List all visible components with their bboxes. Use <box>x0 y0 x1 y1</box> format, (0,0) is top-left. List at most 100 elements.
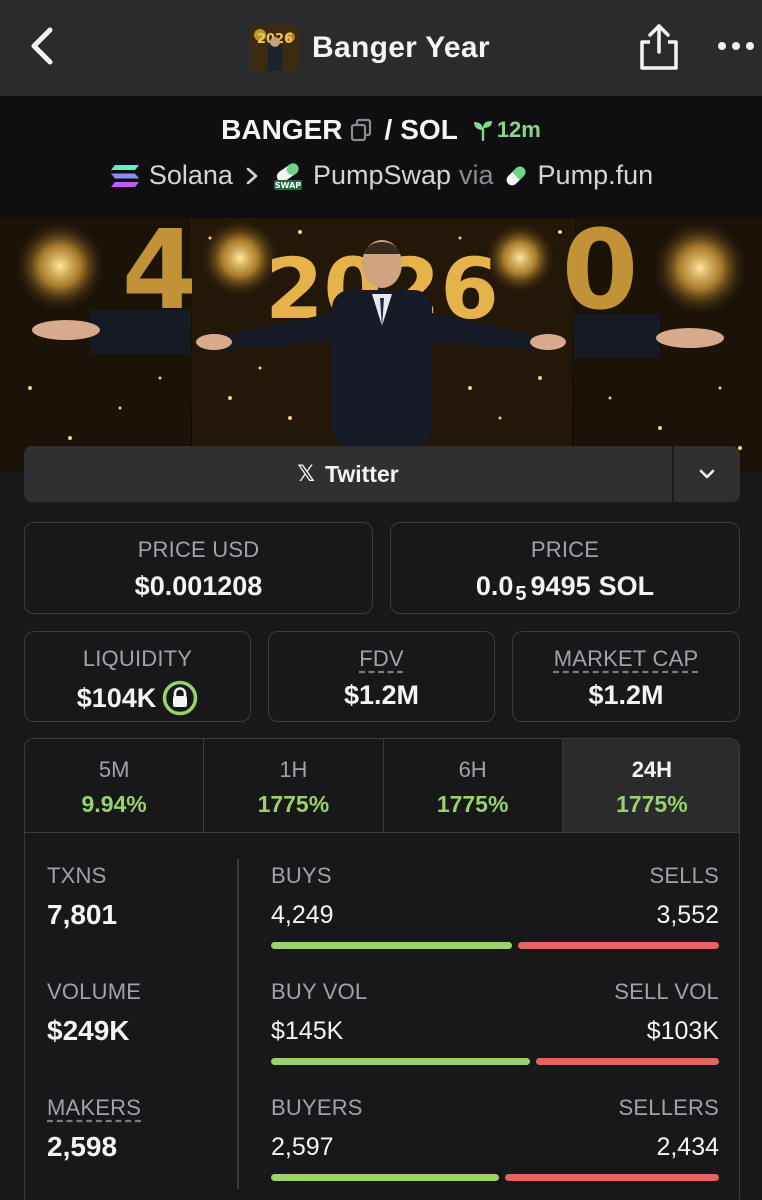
buyers-value: 2,597 <box>271 1133 334 1161</box>
pumpswap-badge-text: SWAP <box>275 181 301 190</box>
buys-label: BUYS <box>271 863 332 888</box>
pumpswap-logo-icon: SWAP <box>273 162 302 190</box>
via-label: via <box>459 160 494 190</box>
market-cap-label-text: MARKET CAP <box>553 646 699 671</box>
share-icon[interactable] <box>636 22 682 72</box>
back-chevron-icon[interactable] <box>22 24 62 68</box>
tab-5m[interactable]: 5M 9.94% <box>25 739 205 832</box>
split-column: BUYS SELLS 4,249 3,552 BUY VOL SELL VOL … <box>271 863 719 1200</box>
tab-5m-label: 5M <box>98 757 130 782</box>
buy-sell-volume-split: BUY VOL SELL VOL $145K $103K <box>271 979 719 1095</box>
liquidity-label: LIQUIDITY <box>82 646 193 671</box>
buyers-sellers-bar <box>271 1174 719 1181</box>
sells-bar-fill <box>517 942 719 949</box>
tab-5m-change: 9.94% <box>81 791 147 817</box>
sellers-label: SELLERS <box>618 1095 719 1120</box>
tab-6h-label: 6H <box>458 757 487 782</box>
sell-vol-label: SELL VOL <box>614 979 719 1004</box>
volume-value: $249K <box>47 1015 130 1046</box>
quote-token-symbol: SOL <box>400 114 458 145</box>
x-logo-icon: 𝕏 <box>297 461 316 486</box>
sells-value: 3,552 <box>656 901 719 929</box>
txns-metric: TXNS 7,801 <box>47 863 237 979</box>
tab-24h-label: 24H <box>631 757 673 782</box>
sell-vol-bar-fill <box>535 1058 719 1065</box>
pair-separator: / <box>384 114 393 145</box>
makers-metric: MAKERS 2,598 <box>47 1095 237 1200</box>
price-native-zero-count: 5 <box>515 583 527 605</box>
buyers-label: BUYERS <box>271 1095 363 1120</box>
buy-vol-value: $145K <box>271 1017 344 1045</box>
pill-icon <box>506 166 525 185</box>
price-native-prefix: 0.0 <box>475 571 514 601</box>
makers-label-text: MAKERS <box>47 1095 142 1120</box>
dex-name[interactable]: PumpSwap <box>313 160 451 191</box>
token-avatar: 2026 <box>250 25 300 71</box>
twitter-link-label: Twitter <box>325 460 399 487</box>
chevron-down-icon <box>699 469 715 479</box>
tab-6h[interactable]: 6H 1775% <box>384 739 563 832</box>
lock-icon[interactable] <box>162 680 198 716</box>
buys-bar-fill <box>271 942 512 949</box>
sprout-icon <box>473 121 492 141</box>
sell-vol-value: $103K <box>646 1017 719 1045</box>
price-usd-label: PRICE USD <box>137 537 260 562</box>
pair-age-text: 12m <box>496 117 541 142</box>
token-banner-image: 4 2026 0 <box>0 218 762 472</box>
pair-line: BANGER / SOL 12m <box>0 114 762 146</box>
txns-label: TXNS <box>47 863 107 888</box>
market-cap-label: MARKET CAP <box>513 646 739 672</box>
sellers-value: 2,434 <box>656 1133 719 1161</box>
market-cap-value: $1.2M <box>588 680 664 710</box>
buys-sells-bar <box>271 942 719 949</box>
buy-sell-volume-bar <box>271 1058 719 1065</box>
timeframe-tabs: 5M 9.94% 1H 1775% 6H 1775% 24H 1775% <box>25 739 739 833</box>
buys-sells-split: BUYS SELLS 4,249 3,552 <box>271 863 719 979</box>
market-cap-card[interactable]: MARKET CAP $1.2M <box>512 631 740 722</box>
volume-metric: VOLUME $249K <box>47 979 237 1095</box>
tab-24h-change: 1775% <box>616 791 688 817</box>
solana-logo-icon <box>110 164 139 187</box>
tab-1h-change: 1775% <box>257 791 330 817</box>
volume-label: VOLUME <box>47 979 142 1004</box>
txns-value: 7,801 <box>47 899 118 930</box>
price-native-unit: SOL <box>598 571 655 601</box>
twitter-link-button[interactable]: 𝕏 Twitter <box>24 446 672 502</box>
fdv-label-text: FDV <box>359 646 404 671</box>
sellers-bar-fill <box>505 1174 719 1181</box>
tab-6h-change: 1775% <box>436 791 509 817</box>
price-usd-value: $0.001208 <box>134 571 263 601</box>
price-native-card: PRICE 0.0 5 9495 SOL <box>390 522 740 614</box>
fdv-card[interactable]: FDV $1.2M <box>268 631 495 722</box>
launchpad-name[interactable]: Pump.fun <box>538 160 654 191</box>
price-native-label: PRICE <box>530 537 600 562</box>
fdv-value: $1.2M <box>343 680 420 710</box>
pair-age: 12m <box>472 117 541 143</box>
price-usd-card: PRICE USD $0.001208 <box>24 522 373 614</box>
fdv-label: FDV <box>269 646 494 672</box>
totals-column: TXNS 7,801 VOLUME $249K MAKERS 2,598 <box>47 863 237 1200</box>
base-token-symbol: BANGER <box>221 114 343 145</box>
copy-icon[interactable] <box>350 118 372 142</box>
buys-value: 4,249 <box>271 901 334 929</box>
column-divider <box>237 859 239 1189</box>
makers-value: 2,598 <box>47 1131 118 1162</box>
makers-label: MAKERS <box>47 1095 237 1121</box>
liquidity-value: $104K <box>76 682 157 713</box>
price-native-value: 0.0 5 9495 SOL <box>391 571 739 605</box>
liquidity-value-row: $104K <box>25 680 250 716</box>
chain-breadcrumb: Solana SWAP PumpSwap via Pump.fun <box>0 160 762 191</box>
more-options-icon[interactable] <box>716 36 756 56</box>
token-title-group: 2026 Banger Year <box>250 24 490 72</box>
tab-24h[interactable]: 24H 1775% <box>562 739 739 832</box>
buy-vol-bar-fill <box>271 1058 530 1065</box>
pair-header: BANGER / SOL 12m Solana SWAP PumpSwap vi… <box>0 96 762 218</box>
top-nav-bar: 2026 Banger Year <box>0 0 762 96</box>
tab-1h[interactable]: 1H 1775% <box>204 739 384 832</box>
trading-stats-panel: 5M 9.94% 1H 1775% 6H 1775% 24H 1775% TXN… <box>24 738 740 1200</box>
chain-name[interactable]: Solana <box>149 160 233 191</box>
buyers-bar-fill <box>271 1174 500 1181</box>
buyers-sellers-split: BUYERS SELLERS 2,597 2,434 <box>271 1095 719 1200</box>
page-title: Banger Year <box>312 31 490 64</box>
links-dropdown-button[interactable] <box>672 446 740 502</box>
